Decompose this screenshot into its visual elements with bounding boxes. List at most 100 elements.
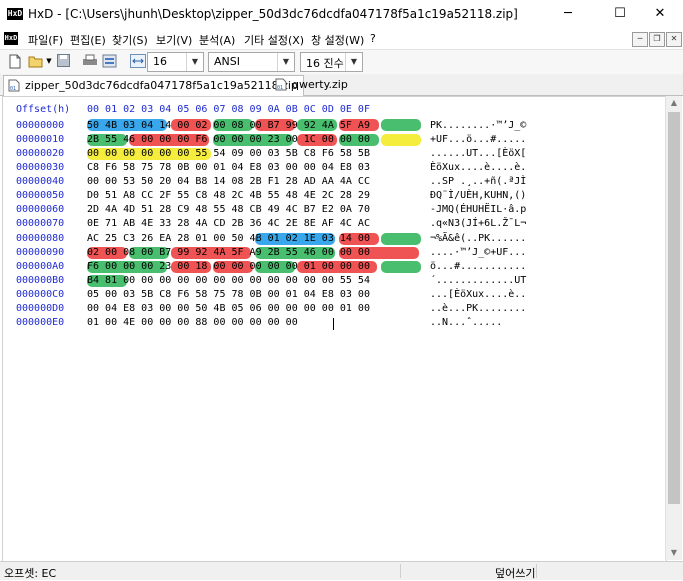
mdi-minimize-button[interactable]: ─: [632, 32, 648, 47]
open-dropdown-icon[interactable]: ▼: [45, 54, 53, 69]
offset-base-value: 16 진수: [306, 57, 344, 70]
new-file-icon[interactable]: [8, 54, 22, 69]
vertical-scrollbar[interactable]: ▲ ▼: [665, 96, 682, 560]
row-hex[interactable]: 0E 71 AB 4E 33 28 4A CD 2B 36 4C 2E 8E A…: [87, 218, 370, 229]
mdi-close-button[interactable]: ✕: [666, 32, 682, 47]
row-text[interactable]: ...[ÈöXux....è..: [430, 289, 526, 300]
highlight-green: [381, 261, 421, 273]
tab-qwerty-zip[interactable]: 01 qwerty.zip: [271, 75, 353, 94]
properties-icon[interactable]: [101, 54, 117, 69]
row-text[interactable]: PK........·™’J_©: [430, 120, 526, 131]
row-text[interactable]: ¬%Ã&ê(..PK......: [430, 233, 526, 244]
window-title: HxD - [C:\Users\jhunh\Desktop\zipper_50d…: [28, 7, 518, 21]
offset-header: Offset(h): [16, 104, 71, 115]
open-file-icon[interactable]: [28, 54, 44, 69]
menu-help[interactable]: ?: [370, 32, 376, 45]
row-offset: 000000A0: [16, 261, 65, 272]
charset-select[interactable]: ANSI ▼: [208, 52, 295, 72]
save-icon[interactable]: [56, 54, 70, 69]
scroll-up-icon[interactable]: ▲: [666, 96, 682, 110]
menu-view[interactable]: 보기(V): [156, 32, 192, 48]
status-divider: [536, 564, 537, 578]
row-hex[interactable]: 50 4B 03 04 14 00 02 00 08 00 B7 99 92 4…: [87, 120, 370, 131]
row-text[interactable]: ..è...PK........: [430, 303, 526, 314]
highlight-green: [381, 119, 421, 131]
bytes-per-row-value: 16: [153, 55, 167, 68]
highlight-yellow: [381, 134, 421, 146]
toolbar: ▼ 16 ▼ ANSI ▼ 16 진수 ▼: [0, 49, 683, 75]
bytes-per-row-icon: [130, 54, 146, 69]
status-bar: 오프셋: EC 덮어쓰기: [0, 561, 683, 580]
row-hex[interactable]: C8 F6 58 75 78 0B 00 01 04 E8 03 00 00 0…: [87, 162, 370, 173]
status-divider: [400, 564, 401, 578]
column-header: 00 01 02 03 04 05 06 07 08 09 0A 0B 0C 0…: [87, 104, 370, 115]
row-text[interactable]: ....·™’J_©+UF...: [430, 247, 526, 258]
row-text[interactable]: ......UT...[ÈöX[: [430, 148, 526, 159]
row-hex[interactable]: D0 51 A8 CC 2F 55 C8 48 2C 4B 55 48 4E 2…: [87, 190, 370, 201]
row-offset: 000000B0: [16, 275, 65, 286]
row-offset: 00000080: [16, 233, 65, 244]
row-hex[interactable]: 05 00 03 5B C8 F6 58 75 78 0B 00 01 04 E…: [87, 289, 370, 300]
row-offset: 00000030: [16, 162, 65, 173]
row-offset: 00000090: [16, 247, 65, 258]
row-offset: 000000E0: [16, 317, 65, 328]
chevron-down-icon[interactable]: ▼: [277, 53, 294, 71]
row-text[interactable]: -JMQ(ÉHUHËIL·â.p: [430, 204, 526, 215]
row-hex[interactable]: F6 00 00 00 23 00 18 00 00 00 00 00 01 0…: [87, 261, 370, 272]
menu-window[interactable]: 창 설정(W): [311, 32, 364, 48]
text-caret: [333, 318, 334, 330]
app-icon: HxD: [7, 8, 23, 20]
mdi-restore-button[interactable]: ❐: [649, 32, 665, 47]
menu-edit[interactable]: 편집(E): [70, 32, 106, 48]
chevron-down-icon[interactable]: ▼: [345, 53, 362, 71]
row-text[interactable]: +UF...ö...#.....: [430, 134, 526, 145]
row-offset: 00000070: [16, 218, 65, 229]
charset-value: ANSI: [214, 55, 240, 68]
row-hex[interactable]: AC 25 C3 26 EA 28 01 00 50 4B 01 02 1E 0…: [87, 233, 370, 244]
row-hex[interactable]: B4 81 00 00 00 00 00 00 00 00 00 00 00 0…: [87, 275, 370, 286]
bytes-per-row-select[interactable]: 16 ▼: [147, 52, 204, 72]
menu-file[interactable]: 파일(F): [28, 32, 63, 48]
document-icon[interactable]: HxD: [4, 32, 18, 45]
print-icon[interactable]: [82, 54, 98, 69]
row-text[interactable]: ..SP .¸..+ñ(.ªJÌ: [430, 176, 526, 187]
row-offset: 00000060: [16, 204, 65, 215]
menu-analysis[interactable]: 분석(A): [199, 32, 235, 48]
offset-base-select[interactable]: 16 진수 ▼: [300, 52, 363, 72]
minimize-button[interactable]: ─: [545, 0, 591, 29]
title-bar: HxD HxD - [C:\Users\jhunh\Desktop\zipper…: [0, 0, 683, 30]
chevron-down-icon[interactable]: ▼: [186, 53, 203, 71]
menu-search[interactable]: 찾기(S): [112, 32, 148, 48]
close-button[interactable]: ✕: [637, 0, 683, 29]
row-hex[interactable]: 2B 55 46 00 00 00 F6 00 00 00 23 00 1C 0…: [87, 134, 370, 145]
tab-bar: 01 zipper_50d3dc76dcdfa047178f5a1c19a521…: [0, 74, 683, 96]
row-offset: 00000000: [16, 120, 65, 131]
tab-label: qwerty.zip: [292, 78, 348, 91]
row-offset: 00000050: [16, 190, 65, 201]
row-text[interactable]: ..N...ˆ.....: [430, 317, 502, 328]
row-hex[interactable]: 00 00 53 50 20 04 B8 14 08 2B F1 28 AD A…: [87, 176, 370, 187]
svg-text:01: 01: [277, 85, 283, 91]
row-hex[interactable]: 02 00 08 00 B7 99 92 4A 5F A9 2B 55 46 0…: [87, 247, 370, 258]
binary-file-icon: 01: [8, 79, 20, 92]
row-offset: 000000D0: [16, 303, 65, 314]
highlight-green: [381, 233, 421, 245]
row-text[interactable]: ÐQ¨Ì/UÈH,KUHN,(): [430, 190, 526, 201]
row-offset: 000000C0: [16, 289, 65, 300]
row-offset: 00000010: [16, 134, 65, 145]
row-text[interactable]: ö...#...........: [430, 261, 526, 272]
row-text[interactable]: ´.............UT: [430, 275, 526, 286]
row-offset: 00000040: [16, 176, 65, 187]
scroll-down-icon[interactable]: ▼: [666, 546, 682, 560]
tab-label: zipper_50d3dc76dcdfa047178f5a1c19a52118.…: [25, 79, 298, 92]
row-hex[interactable]: 01 00 4E 00 00 00 88 00 00 00 00 00: [87, 317, 298, 328]
scrollbar-thumb[interactable]: [668, 112, 680, 504]
row-hex[interactable]: 00 00 00 00 00 00 55 54 09 00 03 5B C8 F…: [87, 148, 370, 159]
hex-editor[interactable]: Offset(h) 00 01 02 03 04 05 06 07 08 09 …: [2, 96, 667, 562]
menu-extras[interactable]: 기타 설정(X): [244, 32, 304, 48]
row-text[interactable]: ÈöXux....è....è.: [430, 162, 526, 173]
row-hex[interactable]: 2D 4A 4D 51 28 C9 48 55 48 CB 49 4C B7 E…: [87, 204, 370, 215]
row-hex[interactable]: 00 04 E8 03 00 00 50 4B 05 06 00 00 00 0…: [87, 303, 370, 314]
row-text[interactable]: .q«N3(JÍ+6L.Ž¯L¬: [430, 218, 526, 229]
tab-zipper-zip[interactable]: 01 zipper_50d3dc76dcdfa047178f5a1c19a521…: [3, 75, 304, 96]
